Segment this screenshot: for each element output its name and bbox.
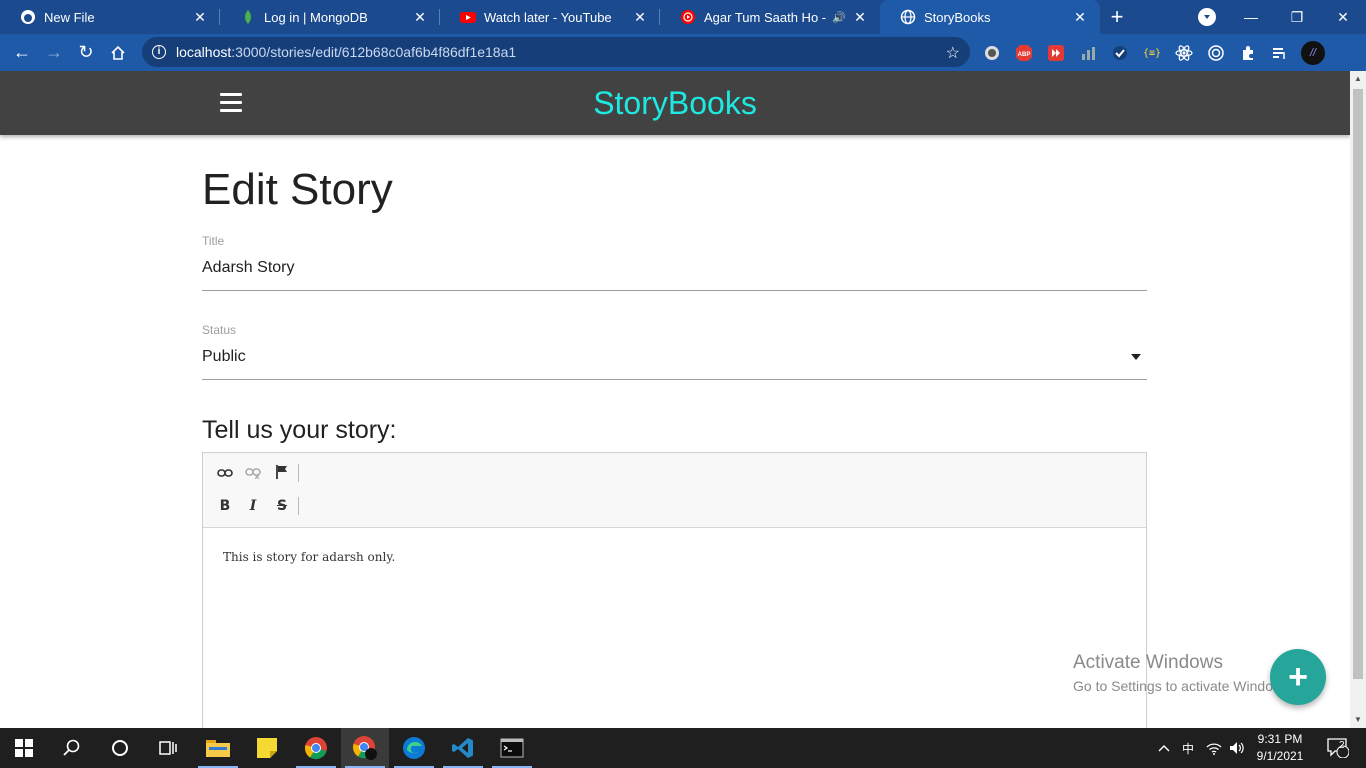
link-icon[interactable]	[216, 464, 234, 482]
cortana-icon[interactable]	[96, 728, 144, 768]
close-tab-icon[interactable]: ✕	[1072, 9, 1088, 25]
volume-icon[interactable]	[1226, 728, 1248, 768]
status-select[interactable]: Public	[202, 348, 246, 366]
clock-time: 9:31 PM	[1257, 732, 1303, 746]
add-story-fab[interactable]: +	[1270, 649, 1326, 705]
tab-search-icon[interactable]	[1198, 8, 1216, 26]
close-tab-icon[interactable]: ✕	[412, 9, 428, 25]
browser-toolbar: ← → ↻ i localhost:3000/stories/edit/612b…	[0, 34, 1366, 71]
vscode-icon[interactable]	[439, 728, 487, 768]
edit-story-form: Edit Story Title Adarsh Story Status Pub…	[202, 135, 1147, 728]
close-tab-icon[interactable]: ✕	[192, 9, 208, 25]
editor-toolbar: B I S	[203, 453, 1146, 528]
editor-content[interactable]: This is story for adarsh only.	[203, 528, 1146, 728]
story-heading: Tell us your story:	[202, 416, 397, 444]
title-label: Title	[202, 234, 225, 248]
brand-logo[interactable]: StoryBooks	[0, 85, 1350, 122]
file-explorer-icon[interactable]	[194, 728, 242, 768]
anchor-flag-icon[interactable]	[273, 463, 291, 481]
back-arrow-icon[interactable]: ←	[6, 37, 38, 69]
tab-title: StoryBooks	[924, 9, 991, 25]
speaker-icon[interactable]: 🔊	[832, 11, 846, 24]
close-tab-icon[interactable]: ✕	[632, 9, 648, 25]
windows-taskbar: 中 9:31 PM 9/1/2021 2	[0, 728, 1366, 768]
windows-start-icon[interactable]	[0, 728, 48, 768]
web-page: StoryBooks Edit Story Title Adarsh Story…	[0, 71, 1350, 728]
mongodb-leaf-icon	[240, 9, 256, 25]
activate-windows-watermark: Activate Windows Go to Settings to activ…	[1073, 652, 1294, 694]
tab-storybooks[interactable]: StoryBooks ✕	[880, 0, 1100, 34]
react-devtools-icon[interactable]	[1175, 44, 1193, 62]
site-info-icon[interactable]: i	[152, 45, 166, 59]
chrome-icon[interactable]	[292, 728, 340, 768]
notification-center-icon[interactable]: 2	[1318, 728, 1358, 768]
restore-button[interactable]: ❐	[1274, 0, 1320, 34]
tab-title: Watch later - YouTube	[484, 9, 612, 25]
new-tab-button[interactable]: +	[1100, 0, 1134, 34]
close-window-button[interactable]: ✕	[1320, 0, 1366, 34]
adblock-plus-icon[interactable]: ABP	[1015, 44, 1033, 62]
reload-icon[interactable]: ↻	[70, 37, 102, 69]
wifi-icon[interactable]	[1203, 728, 1225, 768]
close-tab-icon[interactable]: ✕	[852, 9, 868, 25]
media-queue-icon[interactable]	[1271, 44, 1289, 62]
page-title: Edit Story	[202, 165, 393, 214]
tab-new-file[interactable]: New File ✕	[0, 0, 220, 34]
profile-avatar[interactable]: //	[1301, 41, 1325, 65]
forward-arrow-icon[interactable]: →	[38, 37, 70, 69]
scroll-down-arrow-icon[interactable]: ▼	[1350, 712, 1366, 728]
scrollbar-thumb[interactable]	[1353, 89, 1363, 679]
globe-icon	[900, 9, 916, 25]
block-icon[interactable]	[983, 44, 1001, 62]
watermark-line-2: Go to Settings to activate Windows.	[1073, 678, 1294, 694]
address-bar[interactable]: i localhost:3000/stories/edit/612b68c0af…	[142, 37, 970, 67]
svg-text:ABP: ABP	[1018, 52, 1031, 58]
target-icon[interactable]	[1207, 44, 1225, 62]
show-hidden-icons-chevron-icon[interactable]	[1155, 728, 1173, 768]
notification-count: 2	[1339, 740, 1345, 751]
status-label: Status	[202, 323, 237, 337]
site-navbar: StoryBooks	[0, 71, 1350, 135]
unlink-icon[interactable]	[244, 464, 262, 482]
json-icon[interactable]: {≡}	[1143, 44, 1161, 62]
youtube-music-icon	[680, 9, 696, 25]
watermark-line-1: Activate Windows	[1073, 652, 1223, 673]
bold-icon[interactable]: B	[216, 497, 234, 515]
task-view-icon[interactable]	[144, 728, 192, 768]
chrome-profile-icon[interactable]	[341, 728, 389, 768]
check-icon[interactable]	[1111, 44, 1129, 62]
home-icon[interactable]	[102, 37, 134, 69]
video-speed-icon[interactable]	[1047, 44, 1065, 62]
clock-date: 9/1/2021	[1256, 749, 1304, 763]
tab-title: Log in | MongoDB	[264, 9, 368, 25]
search-icon[interactable]	[48, 728, 96, 768]
rich-text-editor: B I S This is story for adarsh only.	[202, 452, 1147, 728]
strikethrough-icon[interactable]: S	[273, 497, 291, 515]
url-text: localhost:3000/stories/edit/612b68c0af6b…	[176, 44, 517, 60]
title-input[interactable]: Adarsh Story	[202, 259, 294, 277]
youtube-icon	[460, 9, 476, 25]
extensions-icon[interactable]	[1239, 44, 1257, 62]
italic-icon[interactable]: I	[244, 497, 262, 515]
browser-tab-strip: New File ✕ Log in | MongoDB ✕ Watch late…	[0, 0, 1366, 34]
terminal-icon[interactable]	[488, 728, 536, 768]
bookmark-star-icon[interactable]: ☆	[946, 43, 960, 63]
system-clock[interactable]: 9:31 PM 9/1/2021	[1248, 731, 1312, 765]
chart-icon[interactable]	[1079, 44, 1097, 62]
tab-mongodb[interactable]: Log in | MongoDB ✕	[220, 0, 440, 34]
tab-youtube-watch-later[interactable]: Watch later - YouTube ✕	[440, 0, 660, 34]
dropdown-caret-icon[interactable]	[1131, 354, 1141, 360]
github-icon	[20, 9, 36, 25]
tab-title: Agar Tum Saath Ho - You	[704, 9, 828, 25]
tab-title: New File	[44, 9, 95, 25]
minimize-button[interactable]: —	[1228, 0, 1274, 34]
tab-youtube-music[interactable]: Agar Tum Saath Ho - You 🔊 ✕	[660, 0, 880, 34]
edge-icon[interactable]	[390, 728, 438, 768]
scroll-up-arrow-icon[interactable]: ▲	[1350, 71, 1366, 87]
page-scrollbar[interactable]: ▲ ▼	[1350, 71, 1366, 728]
input-method-icon[interactable]: 中	[1177, 728, 1199, 768]
sticky-notes-icon[interactable]	[243, 728, 291, 768]
